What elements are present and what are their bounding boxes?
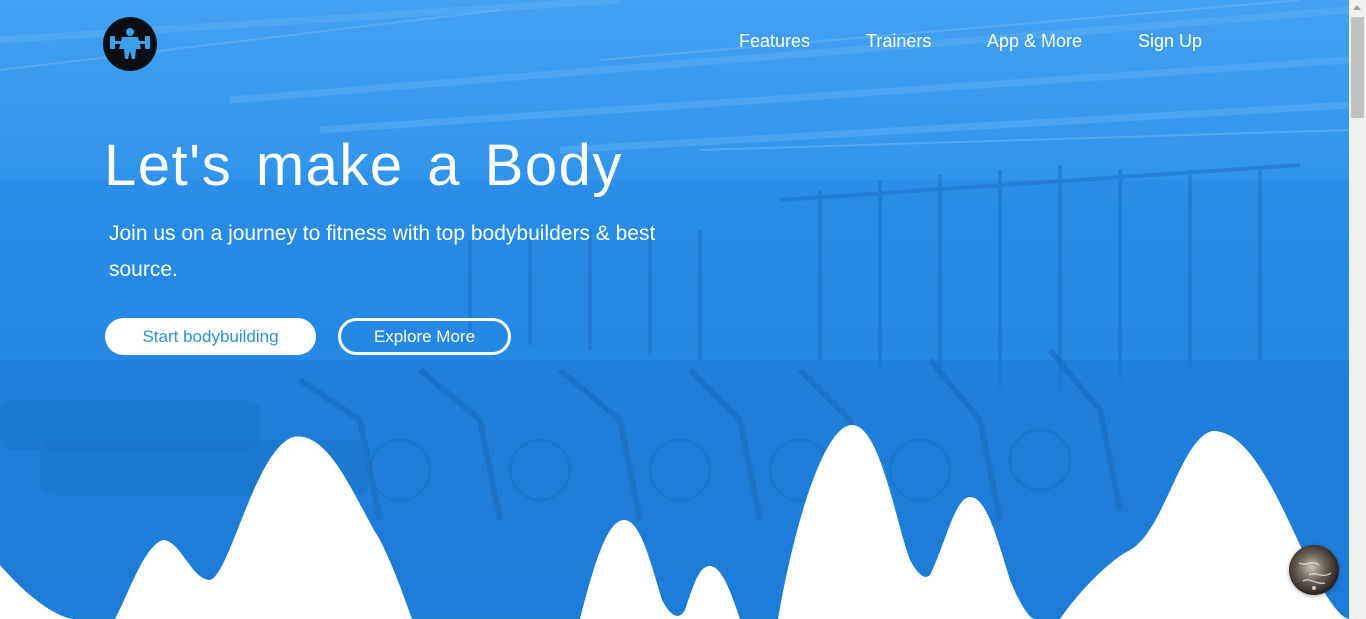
nav-trainers[interactable]: Trainers xyxy=(866,31,931,52)
start-bodybuilding-button[interactable]: Start bodybuilding xyxy=(105,318,316,355)
nav-features[interactable]: Features xyxy=(739,31,810,52)
hero-subtitle: Join us on a journey to fitness with top… xyxy=(109,222,656,281)
scroll-up-arrow-icon[interactable] xyxy=(1353,5,1361,10)
explore-more-button[interactable]: Explore More xyxy=(338,318,511,355)
page: Features Trainers App & More Sign Up Let… xyxy=(0,0,1366,619)
scrollbar-thumb[interactable] xyxy=(1351,17,1364,118)
hero-background xyxy=(0,0,1349,619)
avatar-icon xyxy=(1298,562,1332,590)
nav-app-and-more[interactable]: App & More xyxy=(987,31,1082,52)
brand-logo[interactable] xyxy=(105,19,155,69)
bodybuilder-logo-icon xyxy=(106,20,154,68)
nav-sign-up[interactable]: Sign Up xyxy=(1138,31,1202,52)
floating-avatar-button[interactable] xyxy=(1289,545,1339,595)
page-scrollbar[interactable] xyxy=(1349,0,1366,619)
hero-title: Let's make a Body xyxy=(104,133,623,198)
mountain-wave-shape xyxy=(0,425,1349,619)
